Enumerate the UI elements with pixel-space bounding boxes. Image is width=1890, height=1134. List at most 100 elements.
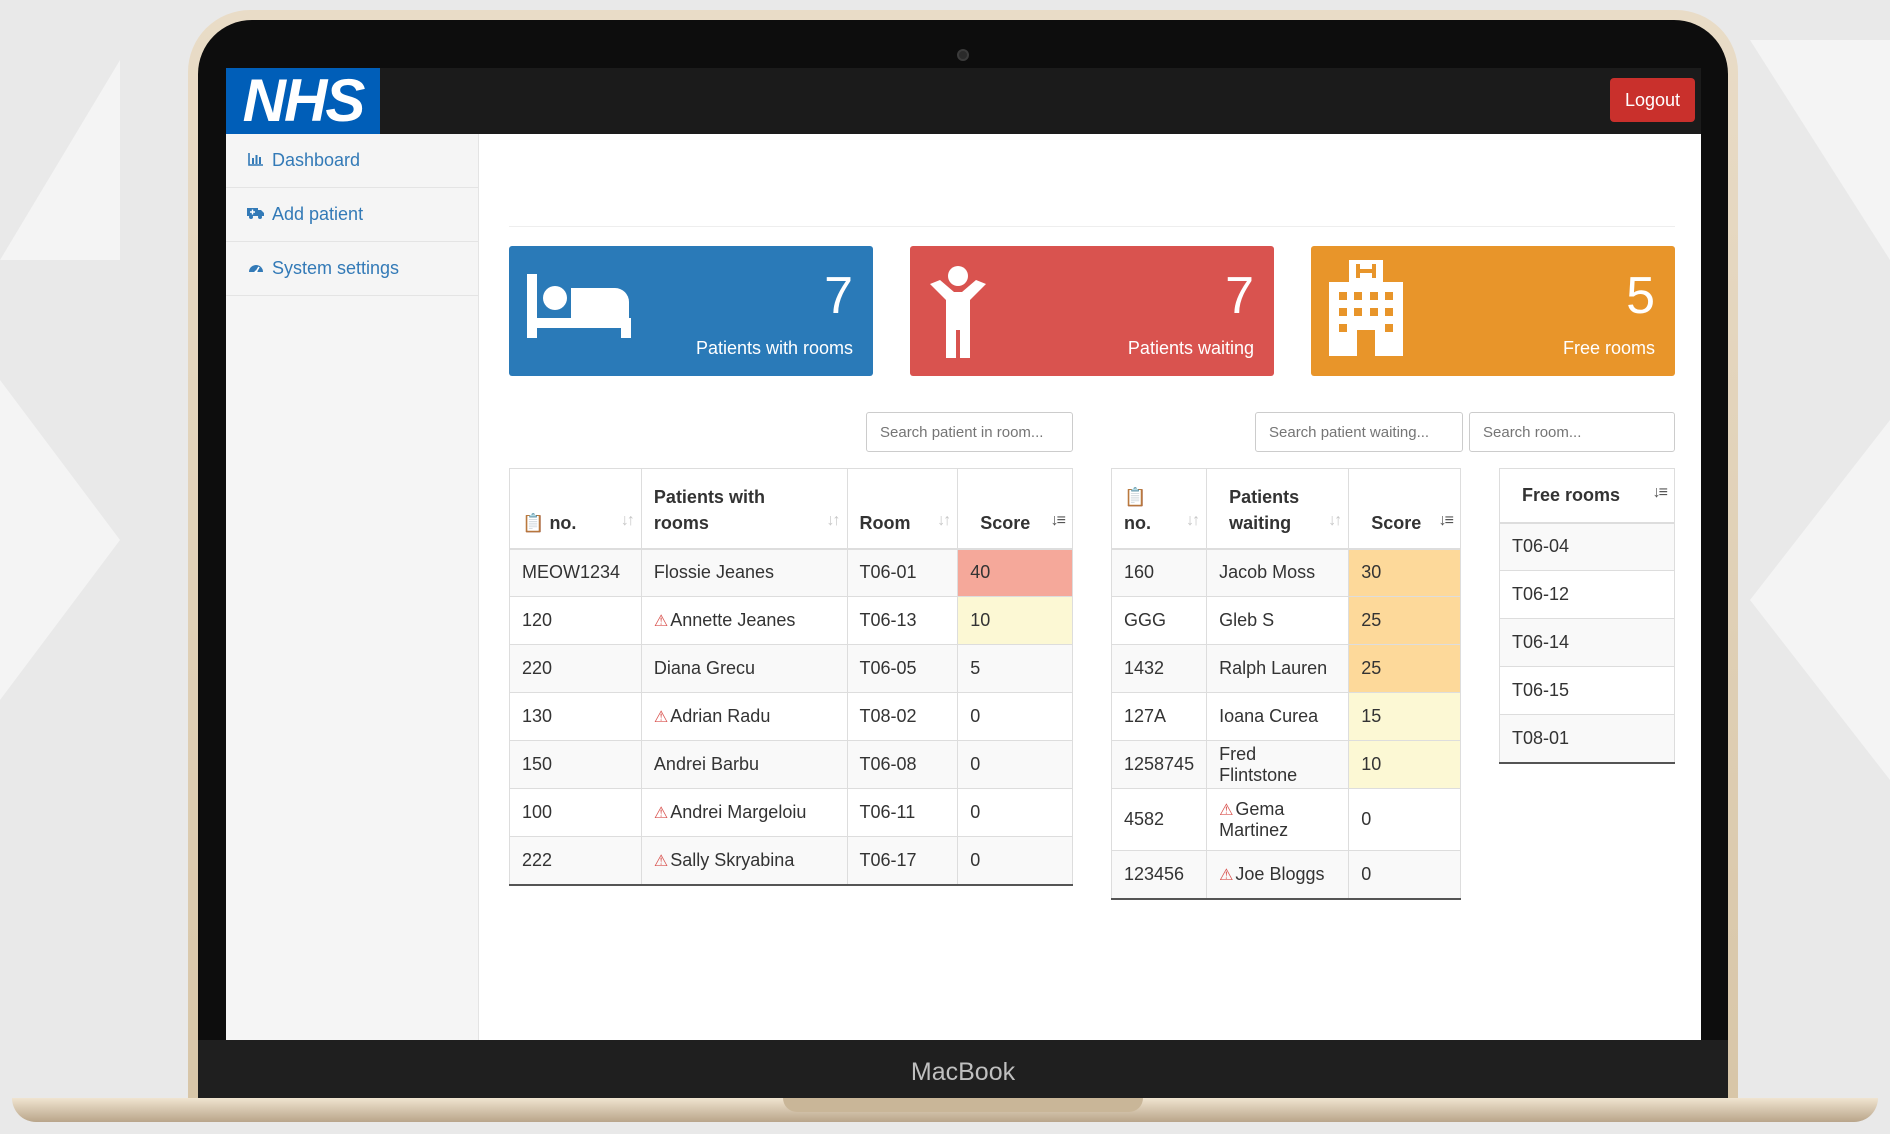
sort-icon[interactable]: ↓↑ — [827, 508, 841, 534]
column-header-free-rooms[interactable]: Free rooms ↓≡ — [1499, 468, 1675, 524]
sort-descending-icon[interactable]: ↓≡ — [1051, 508, 1066, 534]
patient-name: Fred Flintstone — [1219, 743, 1298, 785]
patient-name-cell[interactable]: ⚠ Joe Bloggs — [1206, 850, 1350, 899]
room-cell: T06-13 — [846, 596, 959, 645]
patient-number: 1432 — [1110, 644, 1208, 693]
table-row[interactable]: 222 ⚠ Sally Skryabina T06-17 0 — [509, 836, 1073, 885]
table-row[interactable]: 100 ⚠ Andrei Margeloiu T06-11 0 — [509, 788, 1073, 837]
table-row[interactable]: 150 Andrei Barbu T06-08 0 — [509, 740, 1073, 789]
top-navbar: NHS Logout — [226, 68, 1701, 134]
patient-name-cell[interactable]: Ralph Lauren — [1206, 644, 1350, 693]
column-header-patient[interactable]: Patients with rooms ↓↑ — [640, 468, 848, 550]
table-row[interactable]: 130 ⚠ Adrian Radu T08-02 0 — [509, 692, 1073, 741]
patient-name-cell[interactable]: Ioana Curea — [1206, 692, 1350, 741]
patients-with-rooms-table: 📋 no. ↓↑ Patients with rooms ↓↑ Room ↓↑ … — [509, 468, 1073, 886]
table-row[interactable]: 123456 ⚠ Joe Bloggs 0 — [1110, 850, 1461, 899]
table-row[interactable]: T06-12 — [1499, 570, 1675, 619]
table-row[interactable]: T06-04 — [1499, 522, 1675, 571]
patient-name: Jacob Moss — [1219, 562, 1316, 583]
patient-name-cell[interactable]: Gleb S — [1206, 596, 1350, 645]
score-cell: 0 — [957, 788, 1073, 837]
sort-descending-icon[interactable]: ↓≡ — [1439, 508, 1454, 534]
table-row[interactable]: 220 Diana Grecu T06-05 5 — [509, 644, 1073, 693]
room-cell: T06-01 — [846, 548, 959, 597]
patient-name-cell[interactable]: ⚠ Andrei Margeloiu — [640, 788, 848, 837]
patient-number: 160 — [1110, 548, 1208, 597]
column-header-score[interactable]: Score ↓≡ — [957, 468, 1073, 550]
bed-icon — [527, 266, 631, 343]
table-row[interactable]: 160 Jacob Moss 30 — [1110, 548, 1461, 597]
sort-icon[interactable]: ↓↑ — [621, 508, 635, 534]
column-header-score[interactable]: Score ↓≡ — [1348, 468, 1461, 550]
patient-name-cell[interactable]: Andrei Barbu — [640, 740, 848, 789]
warning-icon: ⚠ — [1219, 866, 1234, 884]
table-row[interactable]: 1258745 Fred Flintstone 10 — [1110, 740, 1461, 789]
warning-icon: ⚠ — [653, 805, 669, 822]
logout-button[interactable]: Logout — [1610, 78, 1695, 122]
person-icon — [928, 266, 988, 367]
free-room-cell: T06-12 — [1499, 570, 1675, 619]
patient-name-cell[interactable]: Fred Flintstone — [1206, 740, 1350, 789]
room-cell: T06-05 — [846, 644, 959, 693]
room-cell: T06-17 — [846, 836, 959, 885]
table-row[interactable]: 127A Ioana Curea 15 — [1110, 692, 1461, 741]
table-row[interactable]: T06-14 — [1499, 618, 1675, 667]
score-cell: 0 — [1348, 850, 1461, 899]
column-header-patient[interactable]: Patients waiting ↓↑ — [1206, 468, 1350, 550]
patient-number: GGG — [1110, 596, 1208, 645]
card-free-rooms[interactable]: 5 Free rooms — [1311, 246, 1675, 376]
background-shape — [0, 60, 120, 260]
patients-waiting-label: Patients waiting — [1127, 338, 1254, 358]
table-row[interactable]: MEOW1234 Flossie Jeanes T06-01 40 — [509, 548, 1073, 597]
free-rooms-table: Free rooms ↓≡ T06-04 T06-12 T06-14 T06-15 T0… — [1499, 468, 1675, 764]
sort-icon[interactable]: ↓↑ — [1328, 508, 1342, 534]
search-room-input[interactable] — [1469, 412, 1675, 452]
column-header-no[interactable]: 📋 no. ↓↑ — [1110, 468, 1208, 550]
table-row[interactable]: GGG Gleb S 25 — [1110, 596, 1461, 645]
free-rooms-label: Free rooms — [1562, 338, 1655, 358]
patients-with-rooms-label: Patients with rooms — [695, 338, 853, 358]
patient-name: Andrei Margeloiu — [670, 802, 807, 822]
card-patients-with-rooms[interactable]: 7 Patients with rooms — [509, 246, 873, 376]
background-shape — [1750, 420, 1890, 780]
patient-name-cell[interactable]: Flossie Jeanes — [640, 548, 848, 597]
patient-name-cell[interactable]: ⚠ Gema Martinez — [1206, 788, 1350, 851]
background-shape — [0, 380, 120, 700]
patient-name: Ralph Lauren — [1219, 658, 1328, 678]
score-cell: 10 — [957, 596, 1073, 645]
warning-icon: ⚠ — [653, 709, 669, 726]
table-row[interactable]: 4582 ⚠ Gema Martinez 0 — [1110, 788, 1461, 851]
sort-ascending-icon[interactable]: ↓≡ — [1653, 480, 1668, 506]
free-room-cell: T06-14 — [1499, 618, 1675, 667]
search-patient-waiting-input[interactable] — [1255, 412, 1463, 452]
sidebar-item-dashboard[interactable]: Dashboard — [226, 134, 478, 188]
patient-name-cell[interactable]: ⚠ Annette Jeanes — [640, 596, 848, 645]
column-header-no[interactable]: 📋 no. ↓↑ — [509, 468, 642, 550]
table-row[interactable]: T08-01 — [1499, 714, 1675, 763]
patient-name-cell[interactable]: Diana Grecu — [640, 644, 848, 693]
table-row[interactable]: 120 ⚠ Annette Jeanes T06-13 10 — [509, 596, 1073, 645]
patient-name: Ioana Curea — [1219, 706, 1319, 726]
table-row[interactable]: 1432 Ralph Lauren 25 — [1110, 644, 1461, 693]
sidebar-item-add-patient[interactable]: Add patient — [226, 188, 478, 242]
column-header-room[interactable]: Room ↓↑ — [846, 468, 959, 550]
score-cell: 0 — [957, 740, 1073, 789]
nhs-logo[interactable]: NHS — [226, 68, 380, 134]
patient-name: Flossie Jeanes — [653, 562, 774, 583]
sidebar-item-system-settings[interactable]: System settings — [226, 242, 478, 296]
background-shape — [1750, 40, 1890, 260]
search-patient-in-room-input[interactable] — [866, 412, 1073, 452]
patient-name-cell[interactable]: ⚠ Adrian Radu — [640, 692, 848, 741]
card-patients-waiting[interactable]: 7 Patients waiting — [910, 246, 1274, 376]
table-row[interactable]: T06-15 — [1499, 666, 1675, 715]
patient-name-cell[interactable]: Jacob Moss — [1206, 548, 1350, 597]
patient-name-cell[interactable]: ⚠ Sally Skryabina — [640, 836, 848, 885]
patient-number: 222 — [509, 836, 642, 885]
sort-icon[interactable]: ↓↑ — [1186, 508, 1200, 534]
room-cell: T06-11 — [846, 788, 959, 837]
sort-icon[interactable]: ↓↑ — [937, 508, 951, 534]
score-cell: 25 — [1348, 644, 1461, 693]
divider — [509, 226, 1675, 227]
free-room-cell: T08-01 — [1499, 714, 1675, 763]
patient-name: Sally Skryabina — [670, 849, 795, 870]
